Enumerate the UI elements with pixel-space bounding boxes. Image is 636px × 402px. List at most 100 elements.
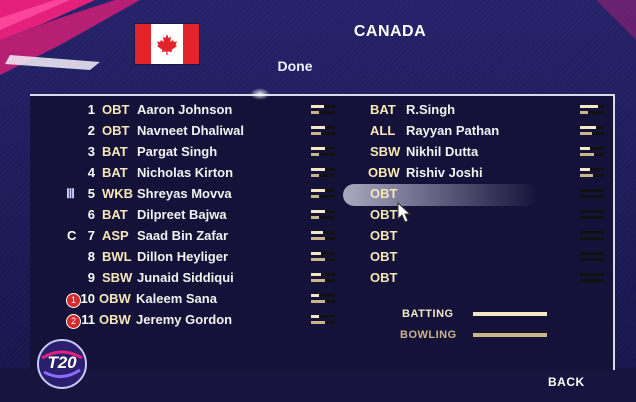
bowling-rating-bar: [580, 132, 592, 135]
batting-rating-bar: [580, 105, 598, 108]
logo-text: T20: [47, 353, 77, 372]
bowler-2-badge: 2: [66, 314, 81, 329]
done-button[interactable]: Done: [250, 58, 340, 74]
batting-legend-label: BATTING: [402, 308, 454, 320]
back-button[interactable]: BACK: [548, 375, 585, 389]
player-role: BAT: [102, 207, 128, 222]
player-role: SBW: [102, 270, 133, 285]
reserve-row[interactable]: OBT: [360, 247, 560, 267]
player-row[interactable]: 5 WKB Shreyas Movva: [0, 184, 340, 204]
player-name: Nikhil Dutta: [406, 144, 479, 159]
player-role: BAT: [102, 165, 128, 180]
player-role: OBT: [370, 249, 398, 264]
batting-order-number: 1: [87, 102, 95, 117]
player-name: Jeremy Gordon: [136, 312, 233, 327]
player-name: Dilpreet Bajwa: [137, 207, 227, 222]
reserve-row[interactable]: OBT: [360, 226, 560, 246]
rating-bars-right-3: [580, 145, 604, 159]
rating-bars-right-6: [580, 208, 604, 222]
player-name: Rayyan Pathan: [406, 123, 500, 138]
rating-bars-right-2: [580, 124, 604, 138]
bowling-rating-bar: [311, 111, 319, 114]
player-name: Navneet Dhaliwal: [137, 123, 244, 138]
batting-rating-bar: [311, 126, 325, 129]
reserve-row[interactable]: OBT: [360, 184, 560, 204]
player-role: OBT: [370, 270, 398, 285]
bowling-rating-bar: [580, 174, 593, 177]
player-name: Kaleem Sana: [136, 291, 217, 306]
rating-bars-left-6: [311, 208, 335, 222]
panel-glint: [250, 88, 270, 100]
player-name: Rishiv Joshi: [406, 165, 483, 180]
player-role: OBW: [99, 291, 131, 306]
rating-bars-left-4: [311, 166, 335, 180]
bowling-legend-bar: [473, 333, 547, 337]
player-role: OBT: [370, 228, 398, 243]
player-row[interactable]: 1 OBT Aaron Johnson: [0, 100, 340, 120]
canada-flag-icon: [135, 24, 199, 64]
player-row[interactable]: 2 OBT Navneet Dhaliwal: [0, 121, 340, 141]
player-role: OBT: [102, 102, 130, 117]
bowling-rating-bar: [311, 300, 325, 303]
reserve-row[interactable]: SBW Nikhil Dutta: [360, 142, 560, 162]
mouse-cursor-icon: [397, 202, 412, 223]
player-row[interactable]: 11 OBW Jeremy Gordon: [0, 310, 340, 330]
player-role: BWL: [102, 249, 132, 264]
captain-marker: C: [67, 228, 77, 243]
batting-order-number: 9: [87, 270, 95, 285]
bowling-rating-bar: [311, 237, 325, 240]
bowling-rating-bar: [311, 279, 325, 282]
batting-rating-bar: [311, 315, 319, 318]
reserve-row[interactable]: OBW Rishiv Joshi: [360, 163, 560, 183]
player-name: Pargat Singh: [137, 144, 218, 159]
reserve-row[interactable]: OBT: [360, 205, 560, 225]
player-row[interactable]: 9 SBW Junaid Siddiqui: [0, 268, 340, 288]
player-name: Nicholas Kirton: [137, 165, 234, 180]
player-row[interactable]: 4 BAT Nicholas Kirton: [0, 163, 340, 183]
batting-order-number: 6: [87, 207, 95, 222]
player-name: R.Singh: [406, 102, 456, 117]
batting-rating-bar: [311, 210, 325, 213]
batting-rating-bar: [311, 189, 325, 192]
bowling-rating-bar: [580, 111, 588, 114]
bowling-legend-label: BOWLING: [400, 329, 457, 341]
reserve-row[interactable]: BAT R.Singh: [360, 100, 560, 120]
rating-bars-left-9: [311, 271, 335, 285]
player-name: Shreyas Movva: [137, 186, 232, 201]
rating-bars-right-9: [580, 271, 604, 285]
player-role: WKB: [102, 186, 134, 201]
batting-rating-bar: [311, 252, 321, 255]
batting-rating-bar: [311, 273, 321, 276]
footer-strip: [0, 368, 636, 402]
player-role: BAT: [370, 102, 396, 117]
batting-rating-bar: [580, 126, 596, 129]
batting-order-number: 2: [87, 123, 95, 138]
player-row[interactable]: 7 ASP Saad Bin Zafar: [0, 226, 340, 246]
batting-order-number: 8: [87, 249, 95, 264]
player-row[interactable]: 6 BAT Dilpreet Bajwa: [0, 205, 340, 225]
player-name: Dillon Heyliger: [137, 249, 229, 264]
rating-bars-right-5: [580, 187, 604, 201]
bowling-rating-bar: [311, 174, 319, 177]
player-row[interactable]: 10 OBW Kaleem Sana: [0, 289, 340, 309]
player-name: Junaid Siddiqui: [137, 270, 234, 285]
player-role: OBT: [370, 186, 398, 201]
reserve-row[interactable]: OBT: [360, 268, 560, 288]
player-role: ALL: [370, 123, 396, 138]
rating-bars-right-8: [580, 250, 604, 264]
team-title: CANADA: [353, 23, 427, 40]
bowling-rating-bar: [311, 216, 319, 219]
rating-bars-left-5: [311, 187, 335, 201]
batting-order-number: 4: [87, 165, 95, 180]
batting-rating-bar: [311, 231, 323, 234]
player-role: BAT: [102, 144, 128, 159]
reserve-row[interactable]: ALL Rayyan Pathan: [360, 121, 560, 141]
bowling-rating-bar: [311, 321, 325, 324]
rating-bars-left-7: [311, 229, 335, 243]
batting-order-number: 3: [87, 144, 95, 159]
player-role: ASP: [102, 228, 129, 243]
player-row[interactable]: 3 BAT Pargat Singh: [0, 142, 340, 162]
batting-rating-bar: [311, 294, 319, 297]
rating-bars-left-8: [311, 250, 335, 264]
player-row[interactable]: 8 BWL Dillon Heyliger: [0, 247, 340, 267]
